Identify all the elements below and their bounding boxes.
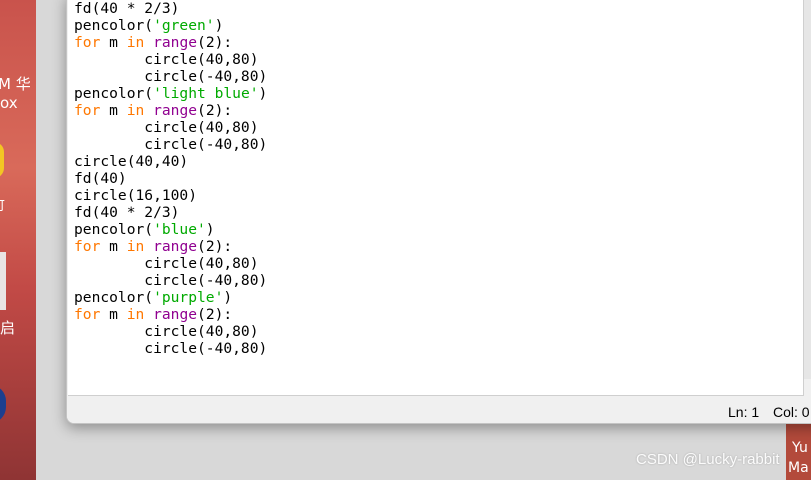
keyword-token: for <box>74 34 101 51</box>
desktop-app-icon[interactable] <box>0 142 4 178</box>
code-editor[interactable]: circle(16,100)fd(40 * 2/3)pencolor('gree… <box>68 0 804 396</box>
code-text[interactable]: circle(16,100)fd(40 * 2/3)pencolor('gree… <box>74 0 267 357</box>
code-line[interactable]: pencolor('blue') <box>74 221 267 238</box>
code-line[interactable]: circle(-40,80) <box>74 68 267 85</box>
vertical-scrollbar[interactable] <box>804 0 811 379</box>
code-line[interactable]: for m in range(2): <box>74 102 267 119</box>
code-line[interactable]: circle(40,80) <box>74 119 267 136</box>
column-number-indicator: Col: 0 <box>773 404 810 420</box>
keyword-token: for <box>74 102 101 119</box>
code-token: circle(-40,80) <box>74 136 268 153</box>
keyword-token: in <box>126 238 145 255</box>
code-line[interactable]: circle(16,100) <box>74 187 267 204</box>
code-token: fd(40) <box>74 170 127 187</box>
keyword-token: in <box>126 306 145 323</box>
code-line[interactable]: circle(-40,80) <box>74 272 267 289</box>
code-token: circle(-40,80) <box>74 68 268 85</box>
string-token: 'green' <box>153 17 215 34</box>
desktop-app-icon[interactable] <box>0 252 6 310</box>
code-line[interactable]: pencolor('green') <box>74 17 267 34</box>
code-token: fd(40 * 2/3) <box>74 204 180 221</box>
code-token: circle(40,80) <box>74 323 259 340</box>
string-token: 'light blue' <box>153 85 259 102</box>
code-line[interactable]: fd(40 * 2/3) <box>74 0 267 17</box>
keyword-token: in <box>126 102 145 119</box>
code-token: ) <box>223 289 233 306</box>
desktop-icon-label: Ma <box>788 460 809 476</box>
code-token: pencolor( <box>74 85 154 102</box>
string-token: 'purple' <box>153 289 224 306</box>
builtin-token: range <box>153 306 198 323</box>
builtin-token: range <box>153 102 198 119</box>
code-token: ) <box>258 85 268 102</box>
code-token: circle(16,100) <box>74 187 198 204</box>
code-line[interactable]: fd(40) <box>74 170 267 187</box>
code-line[interactable]: pencolor('purple') <box>74 289 267 306</box>
desktop-icon-label: ox <box>0 94 18 112</box>
code-line[interactable]: for m in range(2): <box>74 34 267 51</box>
code-line[interactable]: circle(-40,80) <box>74 136 267 153</box>
code-token: ) <box>214 17 224 34</box>
code-token: circle(-40,80) <box>74 272 268 289</box>
watermark-text: CSDN @Lucky-rabbit <box>636 451 780 468</box>
code-token: circle(40,40) <box>74 153 189 170</box>
desktop-icon-label: M 华 <box>0 75 31 93</box>
code-line[interactable]: circle(40,80) <box>74 323 267 340</box>
code-line[interactable]: circle(40,80) <box>74 51 267 68</box>
keyword-token: for <box>74 238 101 255</box>
code-line[interactable]: for m in range(2): <box>74 306 267 323</box>
code-line[interactable]: fd(40 * 2/3) <box>74 204 267 221</box>
code-token: (2): <box>197 306 233 323</box>
code-line[interactable]: circle(40,40) <box>74 153 267 170</box>
desktop-background-right: Yu Ma <box>786 422 811 480</box>
desktop-app-icon[interactable] <box>0 385 6 423</box>
code-token: (2): <box>197 238 233 255</box>
code-line[interactable]: circle(40,80) <box>74 255 267 272</box>
line-number-indicator: Ln: 1 <box>728 404 760 420</box>
code-token: circle(40,80) <box>74 255 259 272</box>
string-token: 'blue' <box>153 221 206 238</box>
code-token: m <box>100 102 127 119</box>
code-token: fd(40 * 2/3) <box>74 0 180 17</box>
code-token: m <box>100 238 127 255</box>
code-token: m <box>100 34 127 51</box>
desktop-icon-label: Yu <box>792 440 808 456</box>
desktop-icon-label: 可 <box>0 195 5 214</box>
keyword-token: in <box>126 34 145 51</box>
code-line[interactable]: pencolor('light blue') <box>74 85 267 102</box>
builtin-token: range <box>153 34 198 51</box>
code-token: circle(-40,80) <box>74 340 268 357</box>
code-token: m <box>100 306 127 323</box>
code-token: ) <box>205 221 215 238</box>
code-token: (2): <box>197 34 233 51</box>
builtin-token: range <box>153 238 198 255</box>
status-bar: Ln: 1 Col: 0 <box>67 396 811 423</box>
code-token: pencolor( <box>74 289 154 306</box>
desktop-icon-label: 启 <box>0 319 16 337</box>
code-token: (2): <box>197 102 233 119</box>
keyword-token: for <box>74 306 101 323</box>
code-line[interactable]: circle(-40,80) <box>74 340 267 357</box>
code-token: circle(40,80) <box>74 51 259 68</box>
code-token: pencolor( <box>74 221 154 238</box>
code-token: circle(40,80) <box>74 119 259 136</box>
code-token: pencolor( <box>74 17 154 34</box>
desktop-background-left: M 华 ox 可 启 <box>0 0 36 480</box>
code-line[interactable]: for m in range(2): <box>74 238 267 255</box>
idle-editor-window: circle(16,100)fd(40 * 2/3)pencolor('gree… <box>66 0 811 424</box>
